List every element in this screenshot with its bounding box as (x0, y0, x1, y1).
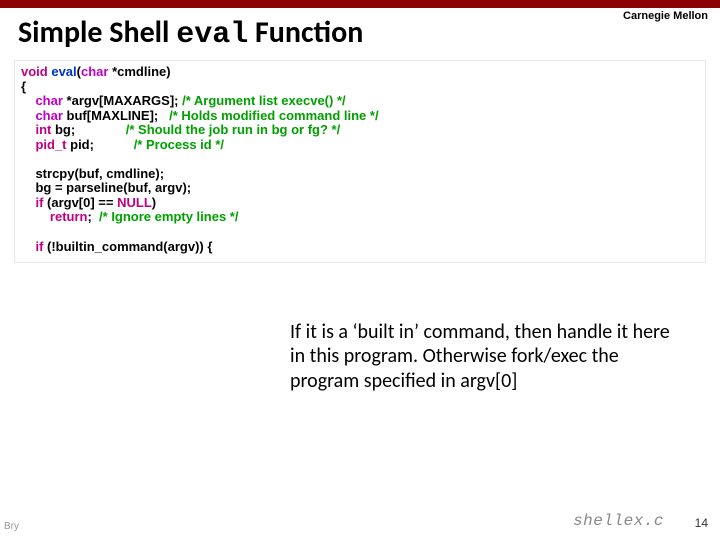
comment: /* Ignore empty lines */ (99, 209, 238, 224)
code-text: ; (87, 209, 99, 224)
kw-null: NULL (117, 195, 152, 210)
comment: /* Should the job run in bg or fg? */ (126, 122, 340, 137)
top-accent-bar (0, 0, 720, 8)
code-text (21, 239, 35, 254)
code-text: pid; (67, 137, 134, 152)
code-text: (argv[0] == (43, 195, 117, 210)
code-text (21, 122, 35, 137)
slide: Carnegie Mellon Simple Shell eval Functi… (0, 0, 720, 540)
kw-int: int (35, 122, 51, 137)
code-listing: void eval(char *cmdline) { char *argv[MA… (21, 65, 699, 254)
code-text: { (21, 79, 26, 94)
page-number: 14 (695, 516, 708, 530)
title-text-pre: Simple Shell (18, 14, 176, 51)
kw-char: char (81, 64, 108, 79)
title-text-post: Function (248, 14, 363, 51)
comment: /* Holds modified command line */ (169, 108, 378, 123)
code-text: *argv[MAXARGS]; (63, 93, 182, 108)
slide-title: Simple Shell eval Function (0, 8, 720, 56)
code-text (21, 108, 35, 123)
code-text: *cmdline) (108, 64, 170, 79)
code-text: bg = parseline(buf, argv); (35, 180, 191, 195)
code-text (21, 209, 50, 224)
callout-text: If it is a ‘built in’ command, then hand… (290, 320, 680, 393)
kw-char: char (35, 108, 62, 123)
code-text: (!builtin_command(argv)) { (43, 239, 212, 254)
code-text: ) (152, 195, 156, 210)
code-text (21, 137, 35, 152)
code-text (21, 166, 35, 181)
brand-label: Carnegie Mellon (623, 10, 708, 22)
credit-label: Bry (4, 521, 19, 532)
code-text: bg; (51, 122, 125, 137)
kw-return: return (50, 209, 88, 224)
kw-char: char (35, 93, 62, 108)
code-text (21, 93, 35, 108)
code-text: buf[MAXLINE]; (63, 108, 169, 123)
code-text (21, 195, 35, 210)
source-file-label: shellex.c (573, 512, 664, 530)
code-text: strcpy(buf, cmdline); (35, 166, 164, 181)
code-box: void eval(char *cmdline) { char *argv[MA… (14, 60, 706, 263)
kw-void: void (21, 64, 48, 79)
kw-pid-t: pid_t (35, 137, 66, 152)
comment: /* Argument list execve() */ (182, 93, 346, 108)
comment: /* Process id */ (134, 137, 224, 152)
title-code: eval (176, 18, 248, 52)
code-text (21, 180, 35, 195)
func-name: eval (48, 64, 77, 79)
